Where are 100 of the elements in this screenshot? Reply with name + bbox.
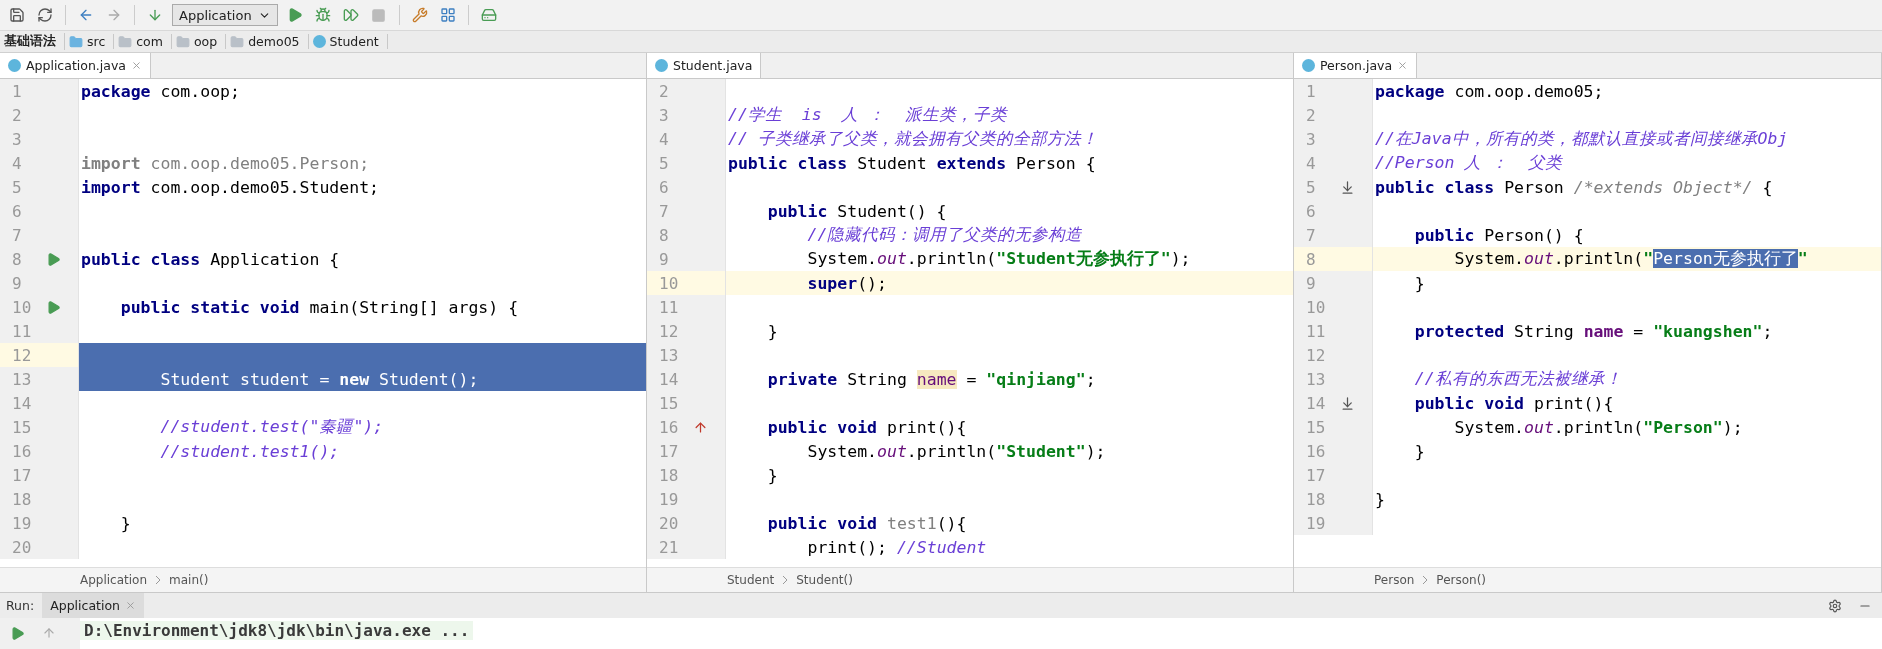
line-number: 3 [1305, 129, 1317, 149]
code-line: print(); //Student [806, 537, 987, 557]
line-number: 5 [11, 177, 23, 197]
code-line: } [119, 513, 131, 533]
line-number: 12 [658, 321, 680, 341]
line-number: 16 [1305, 441, 1327, 461]
line-number: 12 [11, 345, 33, 365]
line-number: 15 [658, 393, 680, 413]
code-line: super(); [806, 273, 887, 293]
code-line: } [1374, 489, 1385, 509]
chevron-icon [155, 575, 162, 585]
run-icon[interactable] [46, 299, 61, 315]
footer-crumb[interactable]: Person [1374, 573, 1415, 587]
line-number: 7 [1305, 225, 1317, 245]
code-line: //student.test("秦疆"); [159, 416, 384, 438]
folder-icon [230, 34, 245, 49]
line-number: 7 [11, 225, 23, 245]
line-number: 9 [11, 273, 23, 293]
line-number: 1 [1305, 81, 1317, 101]
line-number: 17 [11, 465, 33, 485]
line-number: 11 [11, 321, 33, 341]
code-line: public class Student extends Person { [727, 153, 1096, 173]
line-number: 4 [658, 129, 670, 149]
line-number: 11 [1305, 321, 1327, 341]
code-line: public void print(){ [766, 417, 967, 437]
line-number: 20 [658, 513, 680, 533]
close-icon[interactable] [131, 60, 142, 71]
breadcrumb-item[interactable]: src [69, 34, 115, 49]
code-line: //隐藏代码：调用了父类的无参构造 [806, 224, 1083, 246]
code-line: //Person 人 ： 父类 [1374, 152, 1563, 174]
line-number: 2 [11, 105, 23, 125]
code-line: public class Person /*extends Object*/ { [1374, 177, 1773, 197]
editor-tab[interactable]: Student.java [647, 53, 762, 78]
run-tab[interactable]: Application [42, 593, 145, 618]
code-line: public class Application { [80, 249, 340, 269]
footer-crumb[interactable]: Person() [1436, 573, 1486, 587]
footer-crumb[interactable]: main() [169, 573, 209, 587]
footer-crumb[interactable]: Student() [796, 573, 853, 587]
line-number: 8 [11, 249, 23, 269]
line-number: 16 [11, 441, 33, 461]
code-line: //学生 is 人 ： 派生类，子类 [727, 104, 1008, 126]
line-number: 18 [658, 465, 680, 485]
line-number: 8 [658, 225, 670, 245]
code-line: } [1413, 441, 1425, 461]
breadcrumb-item[interactable]: com [118, 34, 172, 49]
code-line: } [766, 321, 778, 341]
code-line: } [1413, 273, 1425, 293]
line-number: 14 [658, 369, 680, 389]
line-number: 9 [658, 249, 670, 269]
line-number: 12 [1305, 345, 1327, 365]
chevron-icon [1422, 575, 1429, 585]
line-number: 6 [11, 201, 23, 221]
code-line: import com.oop.demo05.Person; [80, 153, 370, 173]
line-number: 13 [1305, 369, 1327, 389]
code-line: public void print(){ [1413, 393, 1614, 413]
code-line: private String name = "qinjiang"; [766, 369, 1096, 389]
footer-crumb[interactable]: Student [727, 573, 775, 587]
line-number: 3 [11, 129, 23, 149]
line-number: 14 [11, 393, 33, 413]
line-number: 6 [658, 177, 670, 197]
code-line: package com.oop.demo05; [1374, 81, 1604, 101]
folder-icon [118, 34, 133, 49]
line-number: 20 [11, 537, 33, 557]
code-line: System.out.println("Person无参执行了" [1453, 248, 1808, 270]
line-number: 5 [1305, 177, 1317, 197]
line-number: 7 [658, 201, 670, 221]
code-line: Student student = new Student(); [159, 369, 479, 389]
chevron-icon [782, 575, 789, 585]
folder-icon [69, 34, 83, 49]
line-number: 11 [658, 297, 680, 317]
line-number: 17 [658, 441, 680, 461]
line-number: 10 [11, 297, 33, 317]
line-number: 6 [1305, 201, 1317, 221]
editor-tab[interactable]: Person.java [1294, 53, 1418, 78]
editor-tab[interactable]: Application.java [0, 53, 151, 78]
code-line: public Person() { [1413, 225, 1584, 245]
line-number: 8 [1305, 249, 1317, 269]
code-line: package com.oop; [80, 81, 240, 101]
code-line: //私有的东西无法被继承！ [1413, 368, 1622, 390]
code-line: public void test1(){ [766, 513, 967, 533]
folder-icon [175, 34, 190, 49]
breadcrumb-item[interactable]: oop [175, 34, 227, 49]
run-icon[interactable] [46, 251, 61, 267]
run-config-dropdown[interactable]: Application [172, 4, 278, 26]
code-line: protected String name = "kuangshen"; [1413, 321, 1773, 341]
line-number: 18 [1305, 489, 1327, 509]
footer-crumb[interactable]: Application [80, 573, 148, 587]
line-number: 14 [1305, 393, 1327, 413]
breadcrumb-item[interactable]: demo05 [230, 34, 309, 49]
line-number: 10 [658, 273, 680, 293]
breadcrumb-item[interactable]: Student [312, 34, 388, 49]
code-line: //在Java中，所有的类，都默认直接或者间接继承Obj [1374, 128, 1788, 150]
close-icon[interactable] [1397, 60, 1409, 71]
line-number: 10 [1305, 297, 1327, 317]
close-icon[interactable] [125, 600, 137, 611]
line-number: 13 [658, 345, 680, 365]
line-number: 13 [11, 369, 33, 389]
code-line: System.out.println("Person"); [1453, 417, 1743, 437]
breadcrumb-item[interactable]: 基础语法 [4, 33, 65, 50]
line-number: 19 [1305, 513, 1327, 533]
